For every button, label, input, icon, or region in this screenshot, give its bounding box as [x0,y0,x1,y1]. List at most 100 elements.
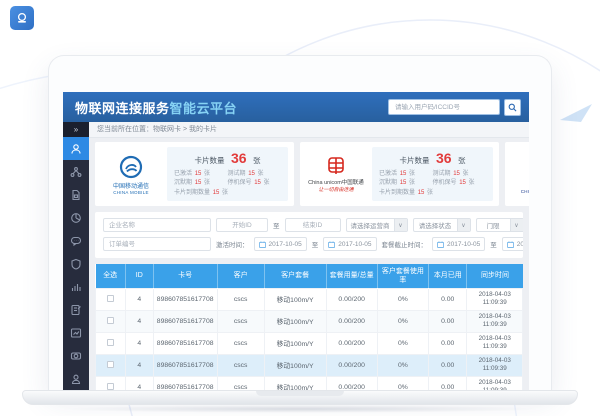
stat-expired: 卡片到期数量 15 张 [174,189,281,198]
sidebar-item-network[interactable] [63,160,89,183]
laptop-screen: 物联网连接服务智能云平台 » [48,55,552,390]
sidebar-item-statistics[interactable] [63,206,89,229]
sidebar-collapse-button[interactable]: » [63,122,89,137]
title-accent: 智能云平台 [170,101,238,116]
pie-chart-icon [70,212,82,224]
card-china-mobile: 中国移动通信 CHINA MOBILE 卡片数量 36 张 已 [95,142,294,206]
stat-silent: 沉默期 15 张 [379,179,433,188]
table-row: 4 898607851617708 cscs 移动100m/Y 0.00/200… [96,376,523,391]
message-icon [70,235,82,247]
sidebar-item-devices[interactable] [63,344,89,367]
carrier-slogan: 让一切自由连通 [318,186,353,193]
report-icon [70,327,82,339]
to-label: 至 [312,239,319,249]
main-content: 您当前所在位置：物联网卡 > 我的卡片 中国移动通信 [89,122,529,391]
count-value: 36 [231,150,247,166]
sidebar-item-sim-cards[interactable] [63,183,89,206]
carrier-name-en: CHINA TELECOM [521,189,529,194]
filter-panel: 至 请选择运营商 ∨ 请选择状态 ∨ 门限 [95,212,523,258]
chevron-down-icon: ∨ [394,219,407,231]
search-button[interactable] [504,99,521,116]
package-deadline-label: 套餐截止时间： [382,239,428,249]
card-stats: 卡片数量 36 张 已激活 15 张 测试期 15 张 沉默期 15 张 停机保… [167,147,288,201]
activate-time-label: 激活时间： [216,239,249,249]
col-select-all[interactable]: 全选 [96,264,126,288]
row-checkbox[interactable] [107,295,114,302]
sidebar-item-security[interactable] [63,252,89,275]
calendar-icon [328,241,335,248]
document-icon [70,304,82,316]
app-logo-glyph [15,11,29,25]
calendar-icon [437,241,444,248]
stat-activated: 已激活 15 张 [174,170,228,179]
activate-date-to[interactable]: 2017-10-05 [323,237,376,251]
count-unit: 张 [458,156,466,165]
china-mobile-logo-icon [118,154,144,180]
page-background: 物联网连接服务智能云平台 » [0,0,600,416]
sidebar-item-orders[interactable] [63,298,89,321]
end-id-input[interactable] [285,218,341,232]
start-id-input[interactable] [216,218,268,232]
app-header: 物联网连接服务智能云平台 [63,92,529,122]
stat-silent: 沉默期 15 张 [174,179,228,188]
chevron-down-icon: ∨ [510,219,523,231]
user-icon [70,143,82,155]
row-checkbox[interactable] [107,317,114,324]
laptop-base [22,390,578,405]
chevron-down-icon: ∨ [457,219,470,231]
laptop-shadow [60,405,540,413]
china-unicom-logo: China unicom中国联通 让一切自由连通 [300,142,372,206]
deadline-date-to[interactable]: 2017-10-05 [502,237,523,251]
carrier-cards: 中国移动通信 CHINA MOBILE 卡片数量 36 张 已 [95,142,523,206]
row-checkbox[interactable] [107,339,114,346]
china-telecom-logo: 中国电信 CHINA TELECOM [505,142,529,206]
filter-row-2: 激活时间： 2017-10-05 至 [103,237,515,251]
activate-date-from[interactable]: 2017-10-05 [254,237,307,251]
col-customer: 客户 [217,264,264,288]
stat-expired: 卡片到期数量 15 张 [379,189,486,198]
search-icon [508,103,517,112]
table-header-row: 全选 ID 卡号 客户 客户套餐 套餐用量/总量 客户套餐使用率 本月已用 同步… [96,264,523,288]
network-icon [70,166,82,178]
col-usage-total: 套餐用量/总量 [326,264,377,288]
card-china-unicom: China unicom中国联通 让一切自由连通 卡片数量 36 张 [300,142,499,206]
calendar-icon [507,241,514,248]
agent-icon [70,373,82,385]
sidebar-item-my-cards[interactable] [63,137,89,160]
filter-row-1: 至 请选择运营商 ∨ 请选择状态 ∨ 门限 [103,218,515,232]
carrier-name-en: CHINA MOBILE [113,190,149,195]
row-checkbox[interactable] [107,361,114,368]
stat-suspended: 停机保号 15 张 [228,179,282,188]
shield-icon [70,258,82,270]
table-row-highlighted: 4 898607851617708 cscs 移动100m/Y 0.00/200… [96,354,523,376]
table-row: 4 898607851617708 cscs 移动100m/Y 0.00/200… [96,332,523,354]
table-row: 4 898607851617708 cscs 移动100m/Y 0.00/200… [96,288,523,310]
paper-plane-decor [560,104,592,122]
carrier-select[interactable]: 请选择运营商 ∨ [346,218,408,232]
carrier-name-cn: 中国移动通信 [113,181,149,190]
sidebar-item-account[interactable] [63,367,89,390]
sim-card-icon [70,189,82,201]
stat-activated: 已激活 15 张 [379,170,433,179]
sidebar-item-messages[interactable] [63,229,89,252]
china-unicom-logo-icon [325,155,347,177]
count-value: 36 [436,150,452,166]
sidebar-item-analysis[interactable] [63,321,89,344]
sidebar-item-reports[interactable] [63,275,89,298]
deadline-date-from[interactable]: 2017-10-05 [432,237,485,251]
company-name-input[interactable] [103,218,211,232]
china-mobile-logo: 中国移动通信 CHINA MOBILE [95,142,167,206]
laptop-notch [256,391,344,396]
stat-suspended: 停机保号 15 张 [433,179,487,188]
col-card-number: 卡号 [153,264,217,288]
status-select[interactable]: 请选择状态 ∨ [413,218,471,232]
search-input[interactable] [388,99,500,115]
device-icon [70,350,82,362]
order-number-input[interactable] [103,237,211,251]
header-search [388,99,521,116]
page-title: 物联网连接服务智能云平台 [75,98,237,117]
to-label: 至 [273,220,280,230]
col-month-used: 本月已用 [429,264,467,288]
threshold-select[interactable]: 门限 ∨ [476,218,524,232]
sidebar-nav: » [63,122,89,391]
